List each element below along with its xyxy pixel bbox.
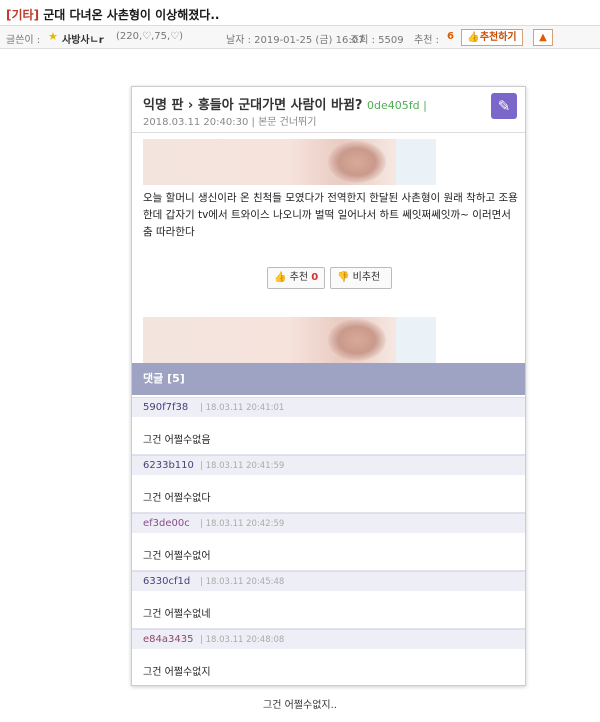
screenshot-header: 익명 판 › 홍들아 군대가면 사람이 바뀜? 0de405fd | 2018.…	[132, 87, 525, 133]
pencil-icon[interactable]: ✎	[491, 93, 517, 119]
comment-text: 그건 어쩔수없음	[143, 435, 211, 446]
comments-header: 댓글 [5]	[132, 363, 525, 395]
comment-item: 590f7f38 | 18.03.11 20:41:01 그건 어쩔수없음	[132, 397, 525, 455]
comment-uid[interactable]: 6233b110	[143, 460, 194, 471]
screenshot-title-text: 익명 판 › 홍들아 군대가면 사람이 바뀜?	[143, 98, 363, 113]
author-stats: (220,♡,75,♡)	[116, 31, 184, 42]
comment-text: 그건 어쩔수없지	[143, 667, 211, 678]
post-date: 날자 : 2019-01-25 (금) 16:07	[226, 35, 365, 46]
ad-banner-bottom[interactable]	[143, 317, 436, 363]
comment-uid[interactable]: 6330cf1d	[143, 576, 190, 587]
comment-uid[interactable]: e84a3435	[143, 634, 193, 645]
post-views: 조회 : 5509	[350, 35, 404, 46]
ad-image	[328, 141, 386, 183]
comment-item: 6233b110 | 18.03.11 20:41:59 그건 어쩔수없다	[132, 455, 525, 513]
thumbs-up-icon: 👍	[467, 32, 480, 43]
ad-image	[328, 319, 386, 361]
comment-item: e84a3435 | 18.03.11 20:48:08 그건 어쩔수없지	[132, 629, 525, 685]
downvote-button[interactable]: 👎 비추천	[330, 267, 392, 289]
comment-text: 그건 어쩔수없네	[143, 609, 211, 620]
comment-item: ef3de00c | 18.03.11 20:42:59 그건 어쩔수없어	[132, 513, 525, 571]
thumbs-up-icon: 👍	[274, 272, 287, 283]
comment-time: | 18.03.11 20:41:01	[200, 403, 285, 413]
comment-text: 그건 어쩔수없다	[143, 493, 211, 504]
upvote-count: 0	[311, 272, 319, 283]
report-button[interactable]: ▲	[533, 29, 553, 46]
thumbs-down-icon: 👎	[337, 272, 350, 283]
comment-uid[interactable]: 590f7f38	[143, 402, 188, 413]
screenshot-uid: 0de405fd	[367, 99, 420, 112]
post-caption: 그건 어쩔수없지..	[263, 700, 337, 711]
comment-text: 그건 어쩔수없어	[143, 551, 211, 562]
ad-banner-top[interactable]	[143, 139, 436, 185]
post-category: [기타]	[6, 8, 40, 22]
screenshot-body: 오늘 할머니 생신이라 온 친척들 모였다가 전역한지 한달된 사촌형이 원래 …	[143, 192, 518, 238]
author-label: 글쓴이 :	[6, 35, 41, 46]
comment-time: | 18.03.11 20:42:59	[200, 519, 285, 529]
comment-uid[interactable]: ef3de00c	[143, 518, 190, 529]
recommend-count: 6	[447, 31, 454, 42]
comment-time: | 18.03.11 20:41:59	[200, 461, 285, 471]
vote-row: 👍 추천 0 👎 비추천	[132, 267, 525, 291]
post-title: [기타] 군대 다녀온 사촌형이 이상해졌다..	[6, 6, 219, 23]
post-title-text: 군대 다녀온 사촌형이 이상해졌다..	[43, 8, 220, 22]
upvote-button[interactable]: 👍 추천 0	[267, 267, 325, 289]
comment-time: | 18.03.11 20:48:08	[200, 635, 285, 645]
embedded-screenshot: 익명 판 › 홍들아 군대가면 사람이 바뀜? 0de405fd | 2018.…	[131, 86, 526, 686]
author-name[interactable]: 사방사ㄴr	[62, 31, 104, 46]
recommend-label: 추천 :	[414, 35, 439, 46]
recommend-button[interactable]: 👍추천하기	[461, 29, 523, 46]
comment-item: 6330cf1d | 18.03.11 20:45:48 그건 어쩔수없네	[132, 571, 525, 629]
screenshot-subline: 2018.03.11 20:40:30 | 본문 건너뛰기	[143, 117, 317, 128]
screenshot-title: 익명 판 › 홍들아 군대가면 사람이 바뀜? 0de405fd |	[143, 98, 427, 113]
post-meta-bar: 글쓴이 : ★ 사방사ㄴr (220,♡,75,♡) 날자 : 2019-01-…	[0, 26, 600, 49]
medal-icon: ★	[48, 30, 58, 43]
comment-time: | 18.03.11 20:45:48	[200, 577, 285, 587]
siren-icon: ▲	[539, 32, 547, 43]
